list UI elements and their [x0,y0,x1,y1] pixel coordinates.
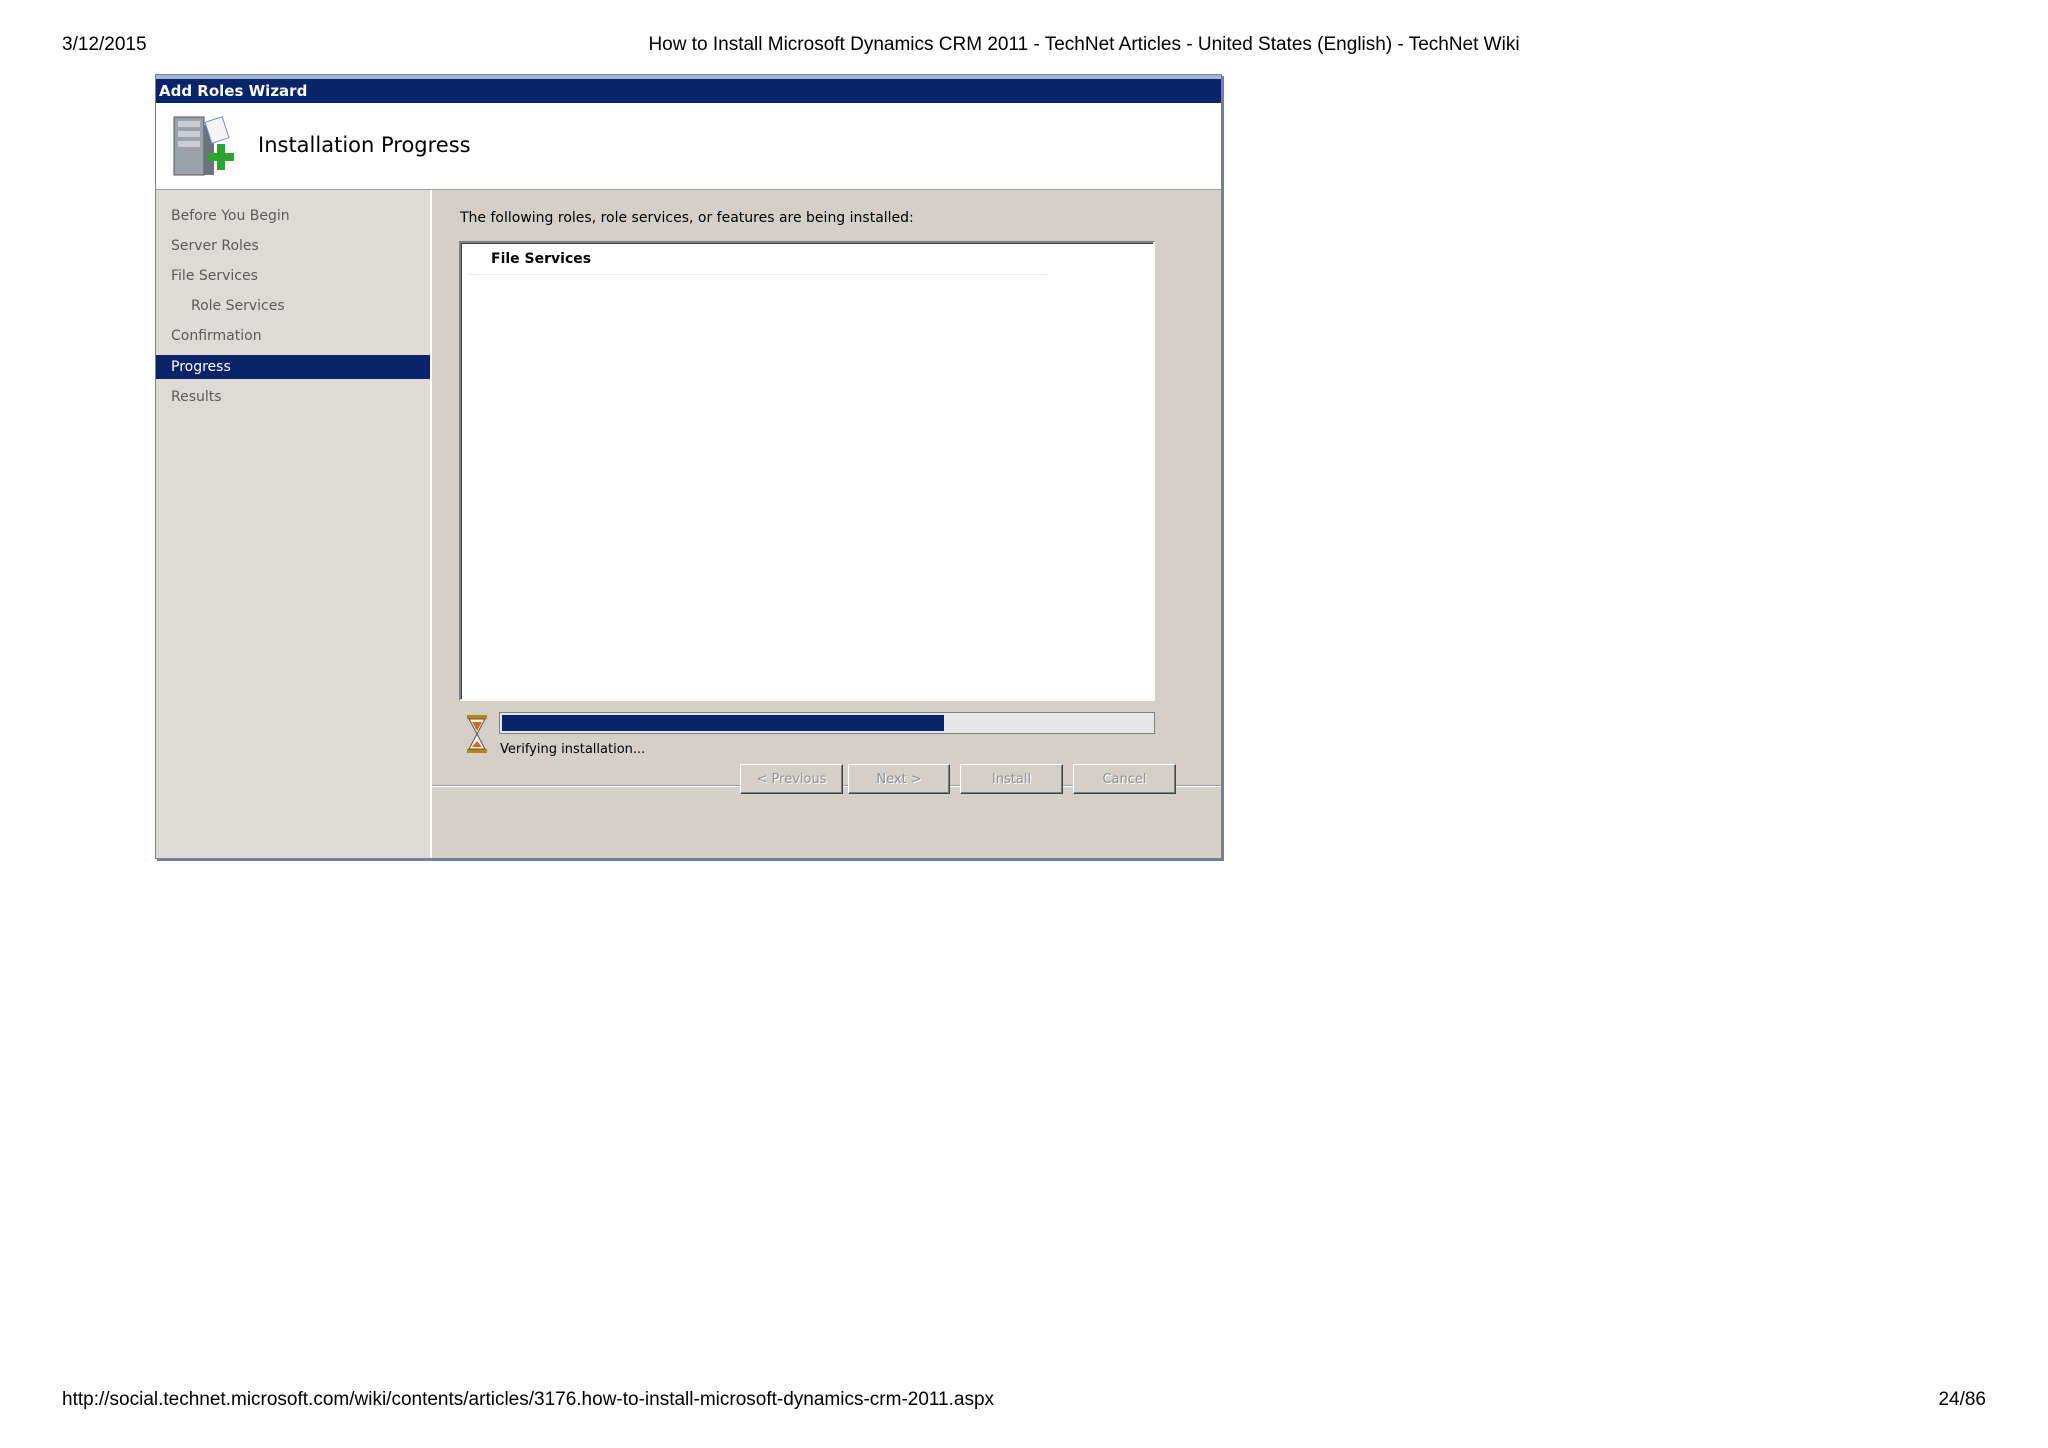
page-title: Installation Progress [258,133,471,157]
sidebar-item-confirmation[interactable]: Confirmation [156,324,430,348]
list-item: File Services [491,251,592,267]
sidebar-item-results[interactable]: Results [156,385,430,409]
hourglass-icon [467,715,487,753]
sidebar-item-label: Results [171,389,222,405]
sidebar-item-label: Server Roles [171,238,259,254]
progress-bar-fill [502,715,944,731]
intro-text: The following roles, role services, or f… [460,210,914,226]
wizard-header: Installation Progress [156,103,1221,190]
sidebar-item-server-roles[interactable]: Server Roles [156,234,430,258]
sidebar-item-progress[interactable]: Progress [156,355,430,379]
install-button[interactable]: Install [960,764,1063,794]
sidebar-item-label: File Services [171,268,258,284]
window-titlebar[interactable]: Add Roles Wizard [156,75,1221,103]
progress-status-text: Verifying installation... [500,742,646,757]
pdf-footer-url: http://social.technet.microsoft.com/wiki… [62,1389,995,1410]
sidebar-item-label: Role Services [191,298,285,314]
sidebar-item-role-services[interactable]: Role Services [156,294,430,318]
pdf-footer-page-number: 24/86 [1938,1389,1986,1410]
pdf-header-title: How to Install Microsoft Dynamics CRM 20… [648,34,1520,55]
list-divider [469,274,1049,275]
installing-items-list[interactable]: File Services [459,241,1155,701]
sidebar-item-file-services[interactable]: File Services [156,264,430,288]
previous-button[interactable]: < Previous [740,764,843,794]
sidebar-item-label: Progress [171,359,231,375]
wizard-content: The following roles, role services, or f… [432,190,1221,858]
sidebar-item-label: Confirmation [171,328,262,344]
next-button[interactable]: Next > [848,764,950,794]
sidebar-item-before-you-begin[interactable]: Before You Begin [156,204,430,228]
sidebar-item-label: Before You Begin [171,208,290,224]
add-roles-wizard-window: Add Roles Wizard Installation Progress B… [155,74,1222,859]
cancel-button[interactable]: Cancel [1073,764,1176,794]
server-add-icon [173,116,234,176]
wizard-steps-sidebar: Before You Begin Server Roles File Servi… [156,190,432,858]
installation-progress-bar [499,712,1155,734]
